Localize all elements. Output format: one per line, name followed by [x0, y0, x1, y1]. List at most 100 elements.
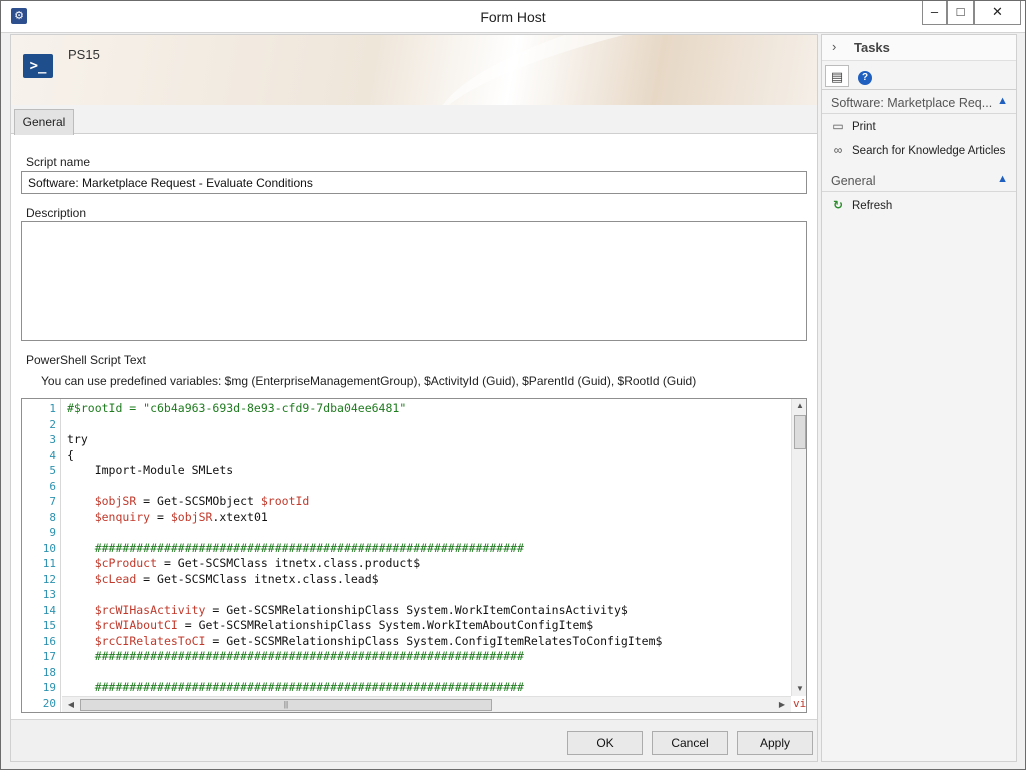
- line-number: 9: [49, 526, 56, 539]
- code-token: try: [67, 432, 88, 446]
- code-token: .xtext01: [212, 509, 268, 524]
- line-number: 14: [42, 603, 56, 617]
- form-name: PS15: [68, 47, 100, 62]
- refresh-icon: ↻: [832, 198, 844, 212]
- task-label: Print: [852, 121, 876, 133]
- code-line: $enquiry = $objSR.xtext01: [67, 510, 268, 526]
- banner-decoration: [421, 35, 817, 105]
- code-line: $rcWIAboutCI = Get-SCSMRelationshipClass…: [67, 618, 594, 634]
- code-token: $objSR: [94, 494, 137, 508]
- code-line: Import-Module SMLets: [67, 463, 233, 479]
- tasks-title: Tasks: [854, 40, 890, 55]
- collapse-tasks-icon[interactable]: ›: [832, 39, 836, 54]
- code-token: ########################################…: [94, 649, 524, 663]
- code-line: try: [67, 432, 88, 448]
- line-number: 2: [49, 417, 56, 431]
- line-number: 10: [42, 541, 56, 555]
- code-token: $rcCIRelatesToCI: [94, 633, 206, 648]
- horizontal-scrollbar[interactable]: ◀ || ▶: [62, 696, 791, 712]
- code-line: $cLead = Get-SCSMClass itnetx.class.lead…: [67, 572, 379, 588]
- code-line: {: [67, 448, 74, 464]
- code-line: $cProduct = Get-SCSMClass itnetx.class.p…: [67, 556, 420, 572]
- powershell-script-label: PowerShell Script Text: [26, 353, 146, 367]
- code-line: $objSR = Get-SCSMObject $rootId: [67, 494, 310, 510]
- line-number: 12: [42, 572, 56, 586]
- line-number: 7: [49, 495, 56, 508]
- line-number: 19: [42, 681, 56, 694]
- task-print[interactable]: ▭ Print: [830, 119, 876, 137]
- help-icon[interactable]: ?: [853, 65, 877, 87]
- line-number: 5: [49, 464, 56, 477]
- link-icon: ∞: [833, 143, 843, 157]
- task-search-knowledge-articles[interactable]: ∞ Search for Knowledge Articles: [830, 143, 1006, 161]
- maximize-button[interactable]: □: [947, 1, 974, 25]
- cancel-button[interactable]: Cancel: [652, 731, 728, 755]
- code-token: Import-Module SMLets: [94, 463, 234, 477]
- tab-general[interactable]: General: [14, 109, 74, 135]
- ok-button[interactable]: OK: [567, 731, 643, 755]
- code-token: {: [67, 447, 74, 462]
- vertical-scrollbar[interactable]: ▲ ▼: [791, 399, 806, 696]
- line-number: 16: [42, 634, 56, 648]
- description-label: Description: [26, 206, 87, 220]
- line-number-gutter: 1 2 3 4 5 6 7 8 9 10 11 12 13 14 15 16 17 18 19 20: [22, 399, 61, 712]
- section-header-general[interactable]: General ▲: [822, 170, 1016, 192]
- form-main-panel: >_ PS15 General Script name Software: Ma…: [10, 34, 818, 762]
- close-button[interactable]: ✕: [974, 1, 1021, 25]
- line-number: 17: [42, 650, 56, 663]
- tasks-tab-strip: ▤ ?: [822, 62, 1016, 90]
- horizontal-scroll-thumb[interactable]: ||: [80, 699, 492, 711]
- code-token: $rcWIHasActivity: [94, 602, 206, 617]
- code-token: $cLead: [94, 571, 137, 586]
- code-token: = Get-SCSMClass itnetx.class.product$: [157, 556, 421, 570]
- section-title: General: [831, 174, 876, 188]
- window-title: Form Host: [480, 9, 546, 25]
- apply-button[interactable]: Apply: [737, 731, 813, 755]
- task-refresh[interactable]: ↻ Refresh: [830, 198, 892, 216]
- script-name-input[interactable]: Software: Marketplace Request - Evaluate…: [21, 171, 807, 194]
- code-line: $rcCIRelatesToCI = Get-SCSMRelationshipC…: [67, 633, 663, 650]
- code-token: #$rootId = "c6b4a963-693d-8e93-cfd9-7dba…: [67, 401, 407, 415]
- minimize-button[interactable]: ‒: [922, 1, 947, 25]
- code-token: = Get-SCSMClass itnetx.class.lead$: [136, 571, 379, 586]
- printer-icon: ▭: [832, 119, 844, 133]
- code-token: $cProduct: [94, 556, 158, 570]
- code-line: ########################################…: [67, 680, 524, 696]
- chevron-up-icon[interactable]: ▲: [997, 173, 1008, 185]
- line-number: 13: [42, 588, 56, 601]
- code-token: $enquiry: [94, 509, 151, 524]
- code-token: ########################################…: [94, 680, 524, 694]
- dialog-footer: OK Cancel Apply: [11, 719, 817, 761]
- task-label: Refresh: [852, 200, 893, 212]
- tasks-pane: › Tasks ▤ ? Software: Marketplace Req...…: [821, 34, 1017, 762]
- code-token: = Get-SCSMObject: [136, 494, 261, 508]
- code-token: =: [150, 509, 171, 524]
- line-number: 3: [49, 433, 56, 446]
- line-number: 1: [49, 402, 56, 415]
- line-number: 11: [42, 557, 56, 570]
- code-token: = Get-SCSMRelationshipClass System.WorkI…: [177, 618, 594, 632]
- scroll-up-icon[interactable]: ▲: [792, 399, 806, 413]
- scroll-down-icon[interactable]: ▼: [792, 682, 806, 696]
- description-textarea[interactable]: [21, 221, 807, 341]
- code-token: = Get-SCSMRelationshipClass System.WorkI…: [205, 602, 628, 617]
- code-line: #$rootId = "c6b4a963-693d-8e93-cfd9-7dba…: [67, 401, 406, 417]
- chevron-up-icon[interactable]: ▲: [997, 95, 1008, 107]
- title-bar: ⚙ Form Host ‒ □ ✕: [1, 1, 1025, 33]
- section-title: Software: Marketplace Req...: [831, 96, 993, 110]
- form-host-window: ⚙ Form Host ‒ □ ✕ >_ PS15 General Script…: [0, 0, 1026, 770]
- line-number: 15: [42, 619, 56, 632]
- vertical-scroll-thumb[interactable]: [794, 415, 806, 449]
- line-number: 4: [49, 448, 56, 462]
- scroll-right-icon[interactable]: ▶: [775, 697, 789, 712]
- code-overflow-text: vi: [793, 697, 807, 710]
- scroll-left-icon[interactable]: ◀: [64, 697, 78, 712]
- section-header-request[interactable]: Software: Marketplace Req... ▲: [822, 92, 1016, 114]
- line-number: 8: [49, 510, 56, 524]
- script-code-editor[interactable]: 1 2 3 4 5 6 7 8 9 10 11 12 13 14 15 16 17 18 19 20 #$rootId…: [21, 398, 807, 713]
- predefined-variables-hint: You can use predefined variables: $mg (E…: [41, 374, 697, 388]
- code-line: ########################################…: [67, 649, 524, 665]
- tasks-header[interactable]: › Tasks: [822, 35, 1016, 61]
- powershell-icon: >_: [23, 54, 53, 78]
- clipboard-icon[interactable]: ▤: [825, 65, 849, 87]
